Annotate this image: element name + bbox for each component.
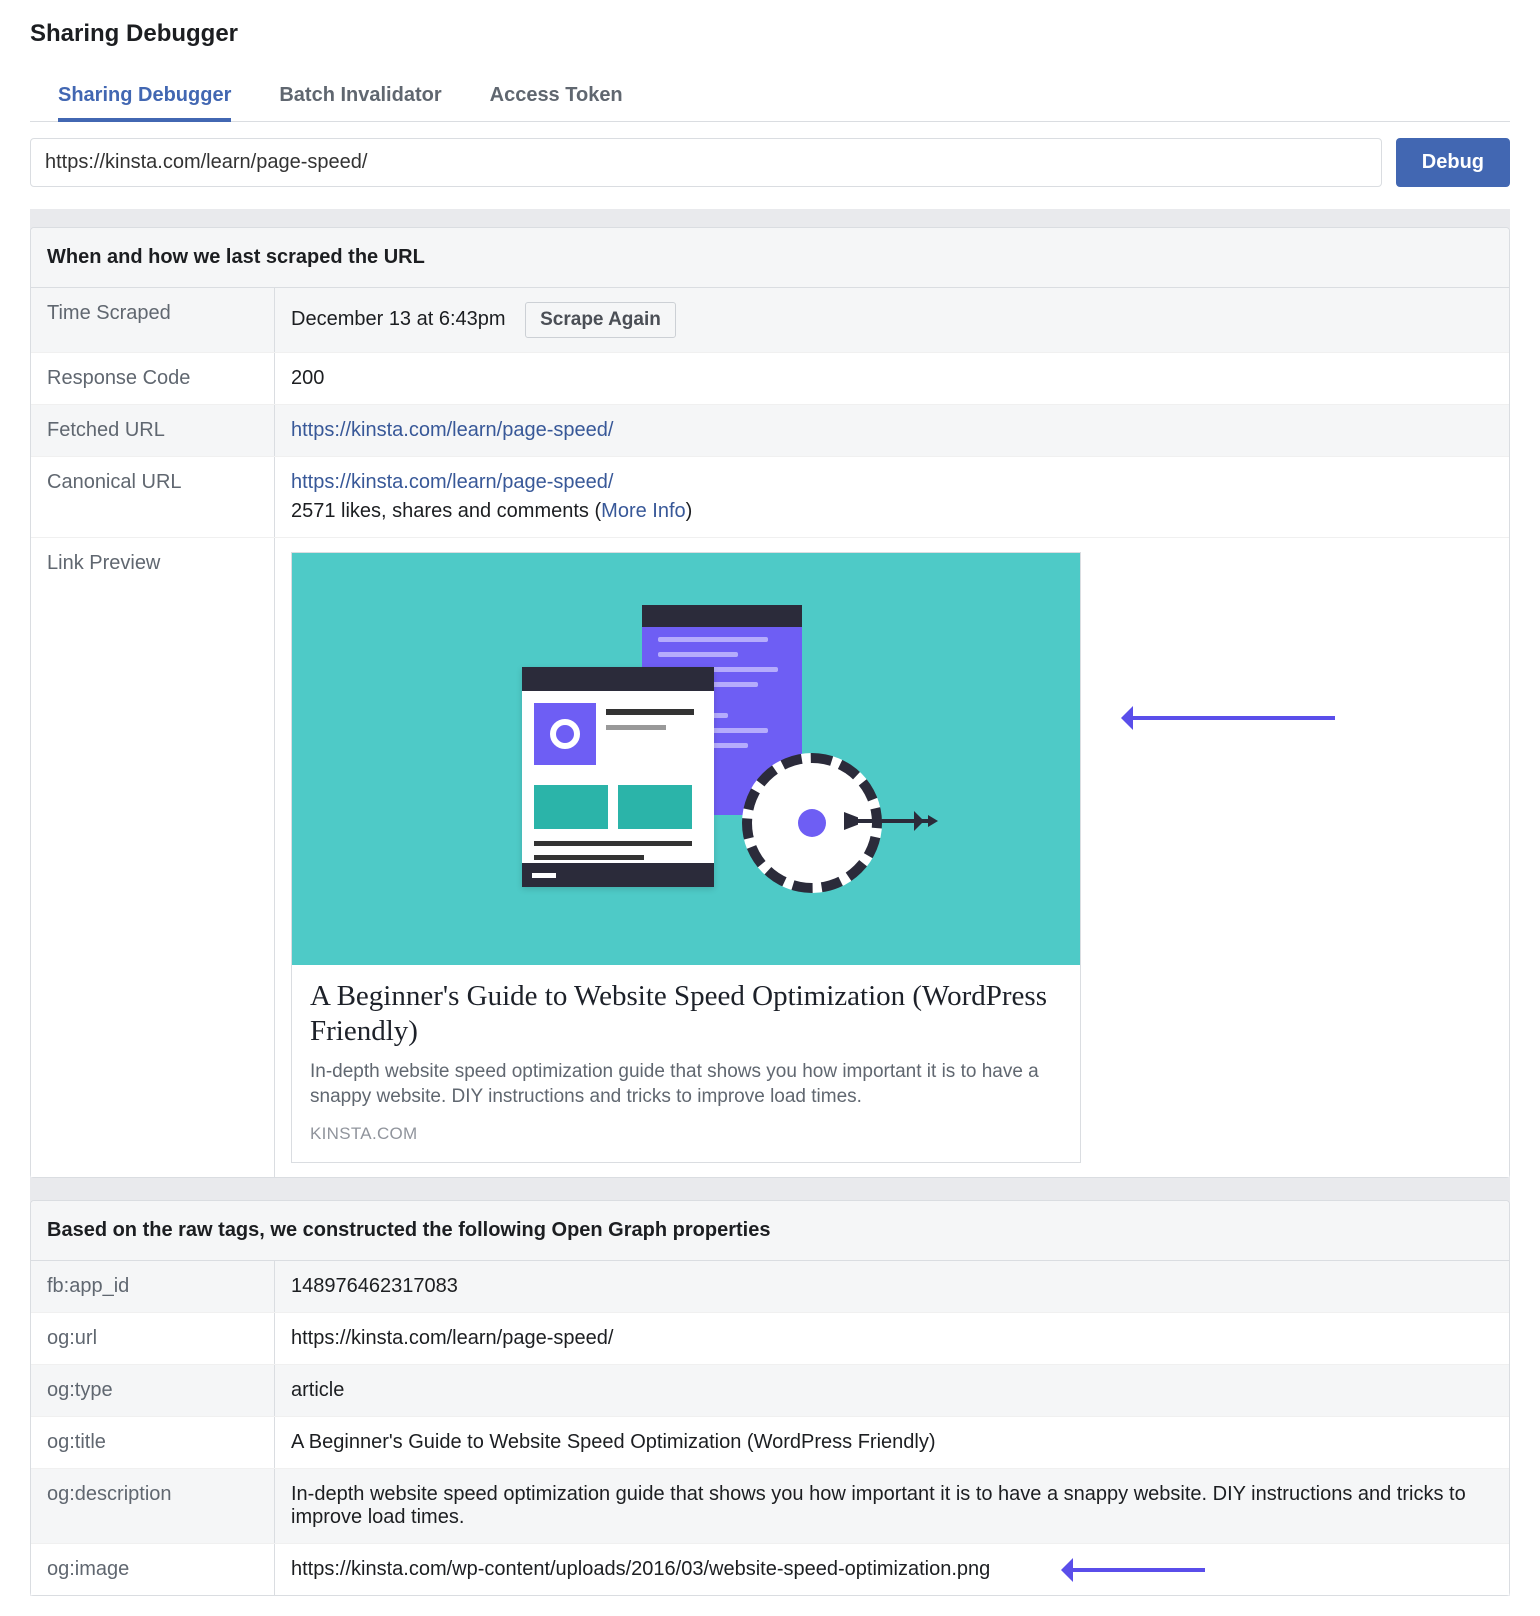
canonical-stats: 2571 likes, shares and comments ( <box>291 500 601 522</box>
scrape-panel-title: When and how we last scraped the URL <box>31 228 1509 288</box>
debug-button[interactable]: Debug <box>1396 138 1510 187</box>
annotation-arrow-icon <box>1065 1568 1205 1572</box>
og-row-label: og:image <box>31 1544 275 1595</box>
response-code-label: Response Code <box>31 353 275 404</box>
time-scraped-label: Time Scraped <box>31 288 275 352</box>
preview-title: A Beginner's Guide to Website Speed Opti… <box>310 979 1062 1049</box>
og-properties-panel: Based on the raw tags, we constructed th… <box>30 1200 1510 1596</box>
time-scraped-value: December 13 at 6:43pm <box>291 308 506 330</box>
scrape-again-button[interactable]: Scrape Again <box>525 302 676 338</box>
canonical-url-link[interactable]: https://kinsta.com/learn/page-speed/ <box>291 471 613 493</box>
og-row-label: og:type <box>31 1365 275 1416</box>
page-title: Sharing Debugger <box>30 20 1510 48</box>
preview-domain: KINSTA.COM <box>310 1124 1062 1144</box>
response-code-value: 200 <box>275 353 1509 404</box>
link-preview-label: Link Preview <box>31 538 275 1177</box>
more-info-link[interactable]: More Info <box>601 500 685 522</box>
og-panel-title: Based on the raw tags, we constructed th… <box>31 1201 1509 1261</box>
preview-image <box>292 553 1080 965</box>
tab-sharing-debugger[interactable]: Sharing Debugger <box>58 70 231 121</box>
canonical-url-label: Canonical URL <box>31 457 275 537</box>
tabs: Sharing Debugger Batch Invalidator Acces… <box>30 70 1510 122</box>
fetched-url-link[interactable]: https://kinsta.com/learn/page-speed/ <box>291 419 613 441</box>
fetched-url-label: Fetched URL <box>31 405 275 456</box>
og-row-value: A Beginner's Guide to Website Speed Opti… <box>275 1417 1509 1468</box>
og-row-value: In-depth website speed optimization guid… <box>275 1469 1509 1543</box>
og-row-value: https://kinsta.com/learn/page-speed/ <box>275 1313 1509 1364</box>
canonical-stats-suffix: ) <box>686 500 693 522</box>
og-row-label: og:title <box>31 1417 275 1468</box>
annotation-arrow-icon <box>1125 716 1335 720</box>
preview-description: In-depth website speed optimization guid… <box>310 1059 1062 1110</box>
og-row-value: 148976462317083 <box>275 1261 1509 1312</box>
tab-access-token[interactable]: Access Token <box>490 70 623 121</box>
og-row-label: og:url <box>31 1313 275 1364</box>
og-row-value: article <box>275 1365 1509 1416</box>
scrape-info-panel: When and how we last scraped the URL Tim… <box>30 227 1510 1178</box>
tab-batch-invalidator[interactable]: Batch Invalidator <box>279 70 441 121</box>
link-preview-card[interactable]: A Beginner's Guide to Website Speed Opti… <box>291 552 1081 1163</box>
og-row-label: fb:app_id <box>31 1261 275 1312</box>
og-row-value: https://kinsta.com/wp-content/uploads/20… <box>291 1558 990 1580</box>
url-input[interactable] <box>30 138 1382 187</box>
og-row-label: og:description <box>31 1469 275 1543</box>
